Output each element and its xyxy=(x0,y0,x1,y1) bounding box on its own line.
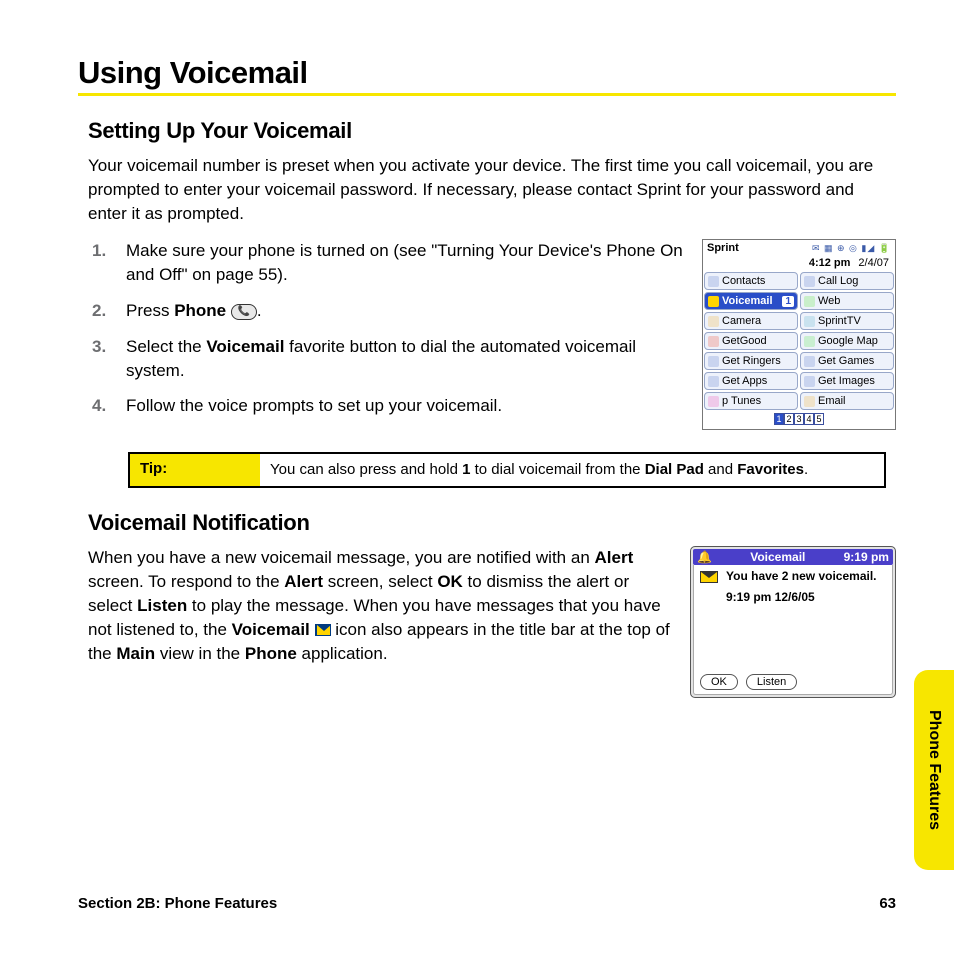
notification-heading: Voicemail Notification xyxy=(88,510,896,536)
step-3: Select the Voicemail favorite button to … xyxy=(88,335,688,383)
fav-googlemap[interactable]: Google Map xyxy=(800,332,894,350)
fav-email[interactable]: Email xyxy=(800,392,894,410)
getgames-icon xyxy=(804,356,815,367)
side-tab: Phone Features xyxy=(914,670,954,870)
step-1: Make sure your phone is turned on (see "… xyxy=(88,239,688,287)
ptunes-icon xyxy=(708,396,719,407)
voicemail-icon xyxy=(708,296,719,307)
sprinttv-icon xyxy=(804,316,815,327)
fav-web[interactable]: Web xyxy=(800,292,894,310)
fav-voicemail[interactable]: Voicemail1 xyxy=(704,292,798,310)
alert-title: Voicemail xyxy=(750,550,805,564)
page-footer: Section 2B: Phone Features 63 xyxy=(78,895,896,912)
device-favorites-screenshot: Sprint ✉ ▦ ⊕ ◎ ▮◢ 🔋 4:12 pm 2/4/07 Conta… xyxy=(702,239,896,430)
fav-contacts[interactable]: Contacts xyxy=(704,272,798,290)
setup-heading: Setting Up Your Voicemail xyxy=(88,118,896,144)
listen-button[interactable]: Listen xyxy=(746,674,797,690)
carrier-label: Sprint xyxy=(707,242,739,254)
email-icon xyxy=(804,396,815,407)
page-4[interactable]: 4 xyxy=(804,413,814,425)
setup-steps: Make sure your phone is turned on (see "… xyxy=(88,239,688,430)
alert-message: You have 2 new voicemail. xyxy=(726,569,877,583)
section-label: Section 2B: Phone Features xyxy=(78,895,277,912)
page-1[interactable]: 1 xyxy=(774,413,784,425)
bell-icon: 🔔 xyxy=(697,550,712,564)
device-date: 2/4/07 xyxy=(858,257,889,269)
device-time: 4:12 pm xyxy=(809,257,851,269)
fav-camera[interactable]: Camera xyxy=(704,312,798,330)
contacts-icon xyxy=(708,276,719,287)
tip-text: You can also press and hold 1 to dial vo… xyxy=(260,454,884,486)
getringers-icon xyxy=(708,356,719,367)
mail-icon xyxy=(700,571,718,583)
tip-box: Tip: You can also press and hold 1 to di… xyxy=(128,452,886,488)
phone-key-icon: 📞 xyxy=(231,304,257,320)
step-2: Press Phone 📞. xyxy=(88,299,688,323)
step-4: Follow the voice prompts to set up your … xyxy=(88,394,688,418)
fav-getringers[interactable]: Get Ringers xyxy=(704,352,798,370)
page-3[interactable]: 3 xyxy=(794,413,804,425)
side-tab-label: Phone Features xyxy=(925,710,943,830)
getgood-icon xyxy=(708,336,719,347)
alert-timestamp: 9:19 pm 12/6/05 xyxy=(726,590,886,604)
setup-intro: Your voicemail number is preset when you… xyxy=(88,154,896,225)
page-title: Using Voicemail xyxy=(78,55,896,96)
fav-getgood[interactable]: GetGood xyxy=(704,332,798,350)
getapps-icon xyxy=(708,376,719,387)
googlemap-icon xyxy=(804,336,815,347)
fav-getapps[interactable]: Get Apps xyxy=(704,372,798,390)
notification-para: When you have a new voicemail message, y… xyxy=(88,546,676,665)
calllog-icon xyxy=(804,276,815,287)
fav-getimages[interactable]: Get Images xyxy=(800,372,894,390)
fav-calllog[interactable]: Call Log xyxy=(800,272,894,290)
page-5[interactable]: 5 xyxy=(814,413,824,425)
fav-sprinttv[interactable]: SprintTV xyxy=(800,312,894,330)
getimages-icon xyxy=(804,376,815,387)
fav-getgames[interactable]: Get Games xyxy=(800,352,894,370)
status-icons: ✉ ▦ ⊕ ◎ ▮◢ 🔋 xyxy=(812,243,891,254)
camera-icon xyxy=(708,316,719,327)
voicemail-badge: 1 xyxy=(782,296,794,307)
voicemail-envelope-icon xyxy=(315,624,331,636)
ok-button[interactable]: OK xyxy=(700,674,738,690)
page-2[interactable]: 2 xyxy=(784,413,794,425)
alert-title-time: 9:19 pm xyxy=(844,550,889,564)
fav-ptunes[interactable]: p Tunes xyxy=(704,392,798,410)
device-alert-screenshot: 🔔 Voicemail 9:19 pm You have 2 new voice… xyxy=(690,546,896,698)
favorites-pager: 12345 xyxy=(703,411,895,428)
page-number: 63 xyxy=(879,895,896,912)
web-icon xyxy=(804,296,815,307)
tip-label: Tip: xyxy=(130,454,260,486)
